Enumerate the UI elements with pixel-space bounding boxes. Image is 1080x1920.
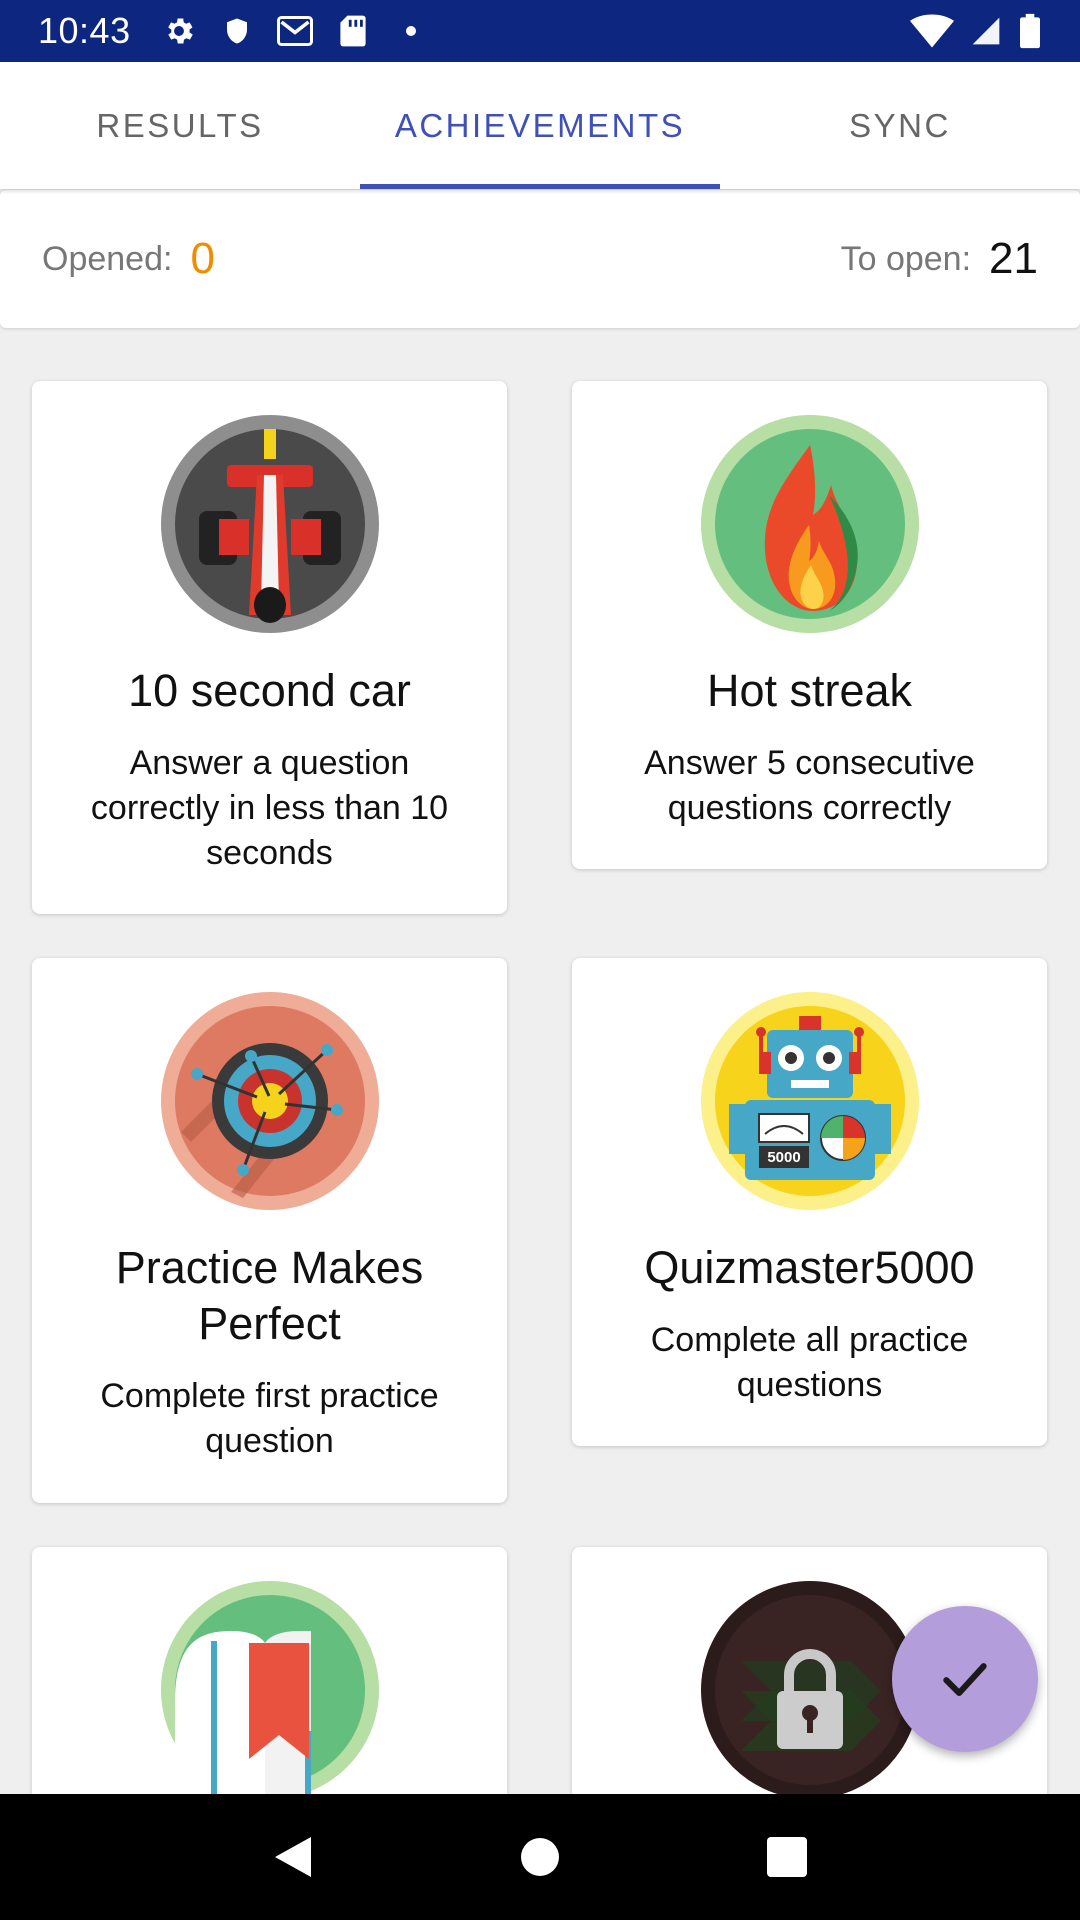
check-icon — [943, 1663, 987, 1697]
status-icons-right — [910, 13, 1042, 49]
status-time: 10:43 — [38, 10, 131, 51]
achievement-description: Answer a question correctly in less than… — [90, 744, 449, 872]
achievements-summary: Opened: 0 To open: 21 — [0, 190, 1080, 328]
dot-icon — [393, 13, 429, 49]
race-car-icon — [160, 415, 379, 633]
achievement-title: 10 second car — [128, 665, 411, 716]
lock-icon — [700, 1581, 919, 1799]
system-nav-bar — [0, 1794, 1080, 1920]
to-open-group: To open: 21 — [841, 234, 1038, 284]
tab-bar: RESULTS ACHIEVEMENTS SYNC — [0, 62, 1080, 189]
achievement-card-hot-streak[interactable]: Hot streak Answer 5 consecutive question… — [572, 381, 1047, 869]
sd-card-icon — [335, 13, 371, 49]
confirm-fab-button[interactable] — [892, 1606, 1038, 1752]
robot-icon: 5000 — [700, 992, 919, 1210]
recents-icon[interactable] — [757, 1827, 817, 1887]
status-bar: 10:43 — [0, 0, 1080, 62]
tab-sync[interactable]: SYNC — [720, 62, 1080, 189]
flame-icon — [700, 415, 919, 633]
to-open-label: To open: — [840, 239, 972, 278]
tab-achievements[interactable]: ACHIEVEMENTS — [360, 62, 720, 189]
achievement-title: Quizmaster5000 — [644, 1242, 975, 1293]
gmail-icon — [276, 13, 313, 49]
home-icon[interactable] — [510, 1827, 570, 1887]
robot-badge-text: 5000 — [767, 1149, 800, 1166]
achievement-description: Answer 5 consecutive questions correctly — [644, 744, 975, 827]
signal-icon — [968, 13, 1004, 49]
achievement-title: Hot streak — [706, 665, 913, 716]
achievement-card-10-second-car[interactable]: 10 second car Answer a question correctl… — [32, 381, 507, 914]
wifi-icon — [910, 13, 954, 49]
tab-results[interactable]: RESULTS — [0, 62, 360, 189]
settings-icon — [161, 13, 197, 49]
achievement-description: Complete first practice question — [100, 1377, 439, 1460]
achievement-description: Complete all practice questions — [650, 1321, 969, 1404]
opened-label: Opened: — [42, 239, 173, 278]
battery-icon — [1018, 13, 1042, 49]
shield-icon — [219, 13, 255, 49]
opened-count: 0 — [190, 234, 215, 283]
to-open-count: 21 — [989, 234, 1038, 283]
achievement-card-quizmaster5000[interactable]: 5000 Quizmaster5000 Complete all practic… — [572, 958, 1047, 1446]
status-icons-left — [161, 13, 429, 49]
achievement-card-practice-makes-perfect[interactable]: Practice Makes Perfect Complete first pr… — [32, 958, 507, 1503]
back-icon[interactable] — [263, 1827, 323, 1887]
book-icon — [160, 1581, 379, 1799]
target-icon — [160, 992, 379, 1210]
achievement-title: Practice Makes Perfect — [115, 1242, 424, 1349]
